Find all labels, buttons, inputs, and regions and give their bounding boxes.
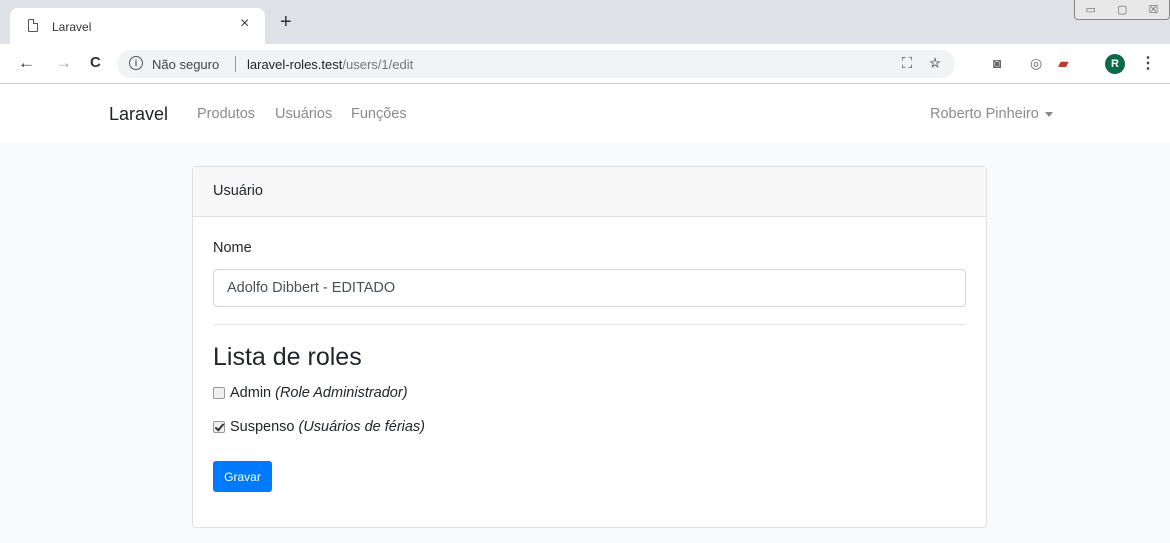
admin-checkbox[interactable] — [213, 387, 225, 399]
browser-tab[interactable]: Laravel × — [10, 8, 265, 44]
bookmark-star-icon[interactable]: ☆ — [929, 55, 941, 72]
role-option-admin[interactable]: Admin (Role Administrador) — [213, 385, 408, 401]
page-icon — [28, 19, 38, 32]
close-tab-icon[interactable]: × — [240, 15, 249, 33]
nav-link-funcoes[interactable]: Funções — [351, 106, 407, 122]
role-name: Admin — [230, 385, 272, 401]
browser-tab-bar: Laravel × + ▭ ▢ ☒ — [0, 0, 1170, 44]
main-content: Usuário Nome Lista de roles Admin (Role … — [0, 143, 1170, 543]
nav-link-produtos[interactable]: Produtos — [197, 106, 255, 122]
pdf-extension-icon[interactable]: ▰ — [1058, 55, 1069, 72]
info-icon[interactable]: i — [129, 56, 143, 70]
browser-menu-icon[interactable]: ⋮ — [1140, 53, 1156, 73]
nav-link-usuarios[interactable]: Usuários — [275, 106, 332, 122]
close-window-icon[interactable]: ☒ — [1149, 3, 1159, 16]
divider — [235, 56, 236, 72]
role-description: (Usuários de férias) — [298, 419, 426, 435]
name-label: Nome — [213, 240, 252, 256]
url-path: /users/1/edit — [342, 57, 414, 72]
user-dropdown[interactable]: Roberto Pinheiro — [930, 106, 1053, 122]
user-edit-card: Usuário Nome Lista de roles Admin (Role … — [192, 166, 987, 528]
caret-down-icon — [1044, 111, 1053, 117]
card-header: Usuário — [193, 167, 986, 217]
forward-arrow-icon[interactable]: → — [55, 53, 72, 73]
suspenso-checkbox[interactable] — [213, 421, 225, 433]
omnibox-actions: ⛶ ☆ — [902, 55, 941, 72]
security-label[interactable]: Não seguro — [152, 57, 219, 72]
camera-extension-icon[interactable]: ◙ — [993, 55, 1001, 71]
maximize-icon[interactable]: ▢ — [1117, 3, 1127, 16]
extension-icon[interactable]: ◎ — [1030, 55, 1042, 72]
url-text[interactable]: laravel-roles.test/users/1/edit — [247, 57, 413, 72]
url-field[interactable]: i Não seguro laravel-roles.test/users/1/… — [117, 50, 955, 78]
new-tab-button[interactable]: + — [280, 12, 292, 32]
user-name: Roberto Pinheiro — [930, 106, 1039, 122]
url-domain: laravel-roles.test — [247, 57, 343, 72]
address-bar: ← → C i Não seguro laravel-roles.test/us… — [0, 44, 1170, 84]
window-controls: ▭ ▢ ☒ — [1074, 0, 1170, 20]
divider — [213, 324, 966, 325]
save-button[interactable]: Gravar — [213, 461, 272, 492]
name-input[interactable] — [213, 269, 966, 307]
role-description: (Role Administrador) — [275, 385, 408, 401]
role-name: Suspenso — [230, 419, 295, 435]
roles-heading: Lista de roles — [213, 343, 362, 371]
role-option-suspenso[interactable]: Suspenso (Usuários de férias) — [213, 419, 425, 435]
back-arrow-icon[interactable]: ← — [18, 53, 35, 73]
reload-icon[interactable]: C — [90, 53, 101, 73]
tab-title: Laravel — [52, 20, 92, 34]
minimize-icon[interactable]: ▭ — [1086, 3, 1096, 16]
site-navbar: Laravel Produtos Usuários Funções Robert… — [0, 85, 1170, 143]
brand-logo[interactable]: Laravel — [109, 104, 168, 125]
translate-icon[interactable]: ⛶ — [902, 55, 913, 72]
profile-avatar[interactable]: R — [1105, 54, 1125, 74]
